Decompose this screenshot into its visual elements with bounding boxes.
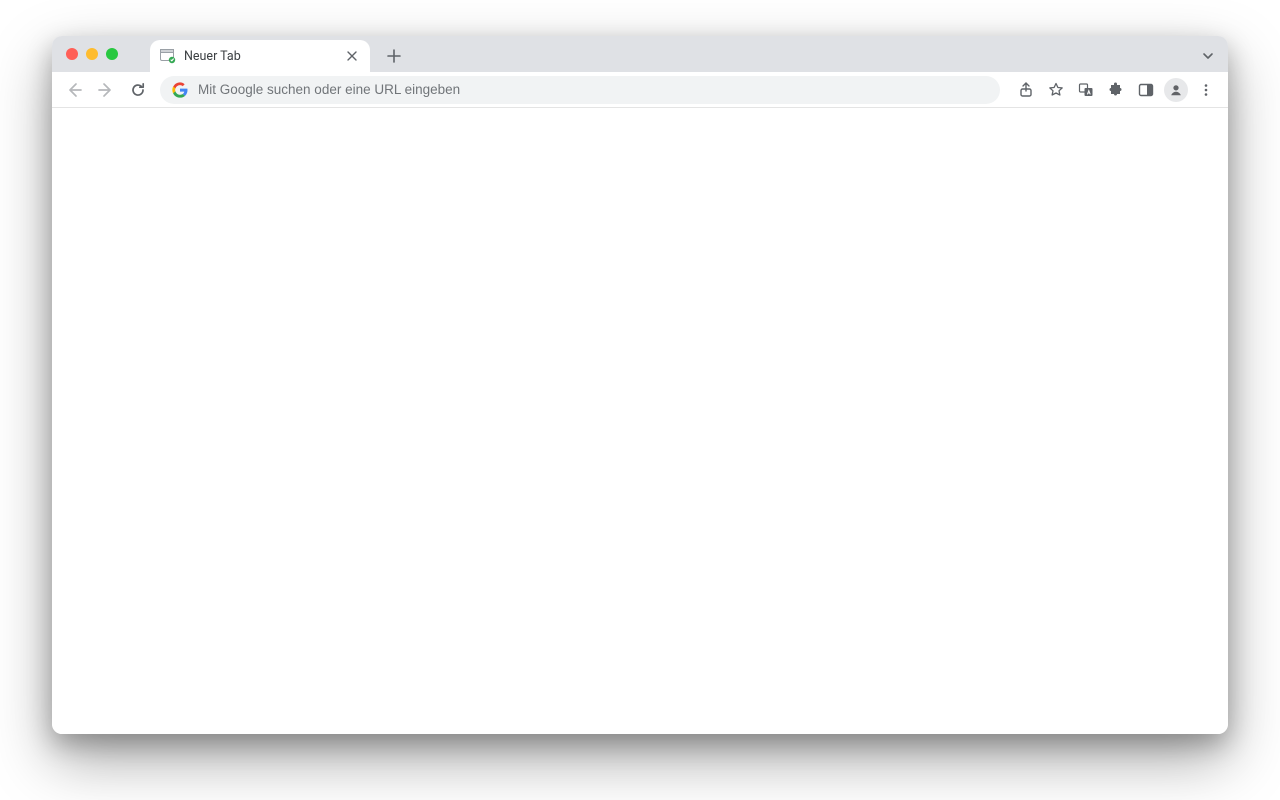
reload-icon xyxy=(130,82,146,98)
share-button[interactable] xyxy=(1012,76,1040,104)
back-button[interactable] xyxy=(60,76,88,104)
tab-strip: Neuer Tab xyxy=(52,36,1228,72)
share-icon xyxy=(1018,82,1034,98)
omnibox[interactable] xyxy=(160,76,1000,104)
maximize-window-button[interactable] xyxy=(106,48,118,60)
star-icon xyxy=(1048,82,1064,98)
tab-title: Neuer Tab xyxy=(184,49,344,64)
browser-window: Neuer Tab xyxy=(52,36,1228,734)
toolbar xyxy=(52,72,1228,108)
close-tab-button[interactable] xyxy=(344,48,360,64)
close-icon xyxy=(347,51,357,61)
new-tab-favicon-icon xyxy=(160,48,176,64)
page-content xyxy=(52,108,1228,734)
google-g-icon xyxy=(172,82,188,98)
arrow-right-icon xyxy=(98,82,114,98)
bookmark-button[interactable] xyxy=(1042,76,1070,104)
reload-button[interactable] xyxy=(124,76,152,104)
menu-button[interactable] xyxy=(1192,76,1220,104)
toolbar-icons xyxy=(1012,76,1220,104)
extensions-button[interactable] xyxy=(1102,76,1130,104)
puzzle-icon xyxy=(1108,82,1124,98)
profile-button[interactable] xyxy=(1162,76,1190,104)
tab-active[interactable]: Neuer Tab xyxy=(150,40,370,72)
omnibox-input[interactable] xyxy=(198,82,988,97)
kebab-menu-icon xyxy=(1199,83,1213,97)
chevron-down-icon xyxy=(1202,50,1214,62)
close-window-button[interactable] xyxy=(66,48,78,60)
tab-list-dropdown[interactable] xyxy=(1198,46,1218,66)
side-panel-icon xyxy=(1138,82,1154,98)
avatar-icon xyxy=(1164,78,1188,102)
window-controls xyxy=(52,36,132,72)
arrow-left-icon xyxy=(66,82,82,98)
plus-icon xyxy=(387,49,401,63)
forward-button[interactable] xyxy=(92,76,120,104)
minimize-window-button[interactable] xyxy=(86,48,98,60)
translate-icon xyxy=(1078,82,1094,98)
translate-button[interactable] xyxy=(1072,76,1100,104)
new-tab-button[interactable] xyxy=(380,42,408,70)
side-panel-button[interactable] xyxy=(1132,76,1160,104)
